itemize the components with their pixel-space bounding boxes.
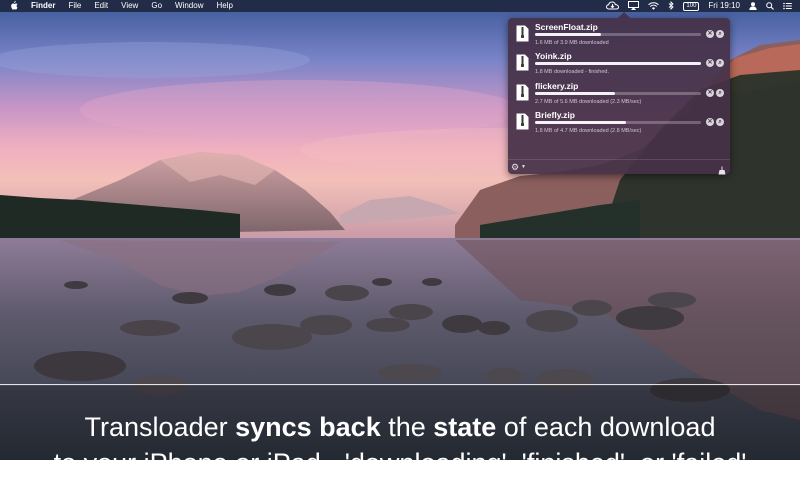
menu-file[interactable]: File — [68, 0, 81, 12]
download-progress-bar — [535, 121, 701, 124]
cancel-download-icon[interactable]: ✕ — [706, 118, 714, 126]
download-filename: flickery.zip — [535, 81, 579, 91]
menu-clock[interactable]: Fri 19:10 — [708, 0, 740, 12]
menu-edit[interactable]: Edit — [94, 0, 108, 12]
zip-file-icon — [516, 84, 529, 101]
gear-icon[interactable]: ⚙ — [511, 162, 519, 173]
download-status: 1.6 MB of 3.9 MB downloaded — [535, 40, 609, 46]
download-status: 1.8 MB downloaded - finished. — [535, 69, 609, 75]
user-icon[interactable] — [749, 0, 757, 12]
transloader-cloud-icon[interactable] — [606, 0, 620, 12]
menu-view[interactable]: View — [121, 0, 138, 12]
download-filename: Briefly.zip — [535, 110, 575, 120]
download-item[interactable]: Yoink.zip 1.8 MB downloaded - finished. … — [508, 49, 730, 77]
download-item[interactable]: ScreenFloat.zip 1.6 MB of 3.9 MB downloa… — [508, 20, 730, 48]
download-progress-bar — [535, 62, 701, 65]
download-status: 2.7 MB of 5.6 MB downloaded (2.3 MB/sec) — [535, 99, 642, 105]
download-status: 1.8 MB of 4.7 MB downloaded (2.8 MB/sec) — [535, 128, 642, 134]
caption-divider — [0, 384, 800, 385]
airplay-icon[interactable] — [628, 0, 640, 12]
menu-app-name[interactable]: Finder — [31, 0, 55, 12]
downloads-popover: ScreenFloat.zip 1.6 MB of 3.9 MB downloa… — [508, 12, 730, 175]
wifi-icon[interactable] — [648, 0, 660, 12]
download-progress-bar — [535, 92, 701, 95]
spotlight-search-icon[interactable] — [766, 0, 774, 12]
menu-help[interactable]: Help — [216, 0, 232, 12]
reveal-in-finder-icon[interactable]: ⌕ — [716, 30, 724, 38]
popover-footer: ⚙ ▼ — [508, 159, 730, 175]
download-item[interactable]: flickery.zip 2.7 MB of 5.6 MB downloaded… — [508, 79, 730, 107]
apple-menu-icon[interactable] — [10, 0, 18, 12]
zip-file-icon — [516, 113, 529, 130]
download-filename: Yoink.zip — [535, 51, 572, 61]
zip-file-icon — [516, 54, 529, 71]
battery-icon[interactable]: 100 — [683, 1, 700, 11]
bluetooth-icon[interactable] — [668, 0, 675, 12]
menu-go[interactable]: Go — [151, 0, 162, 12]
cancel-download-icon[interactable]: ✕ — [706, 89, 714, 97]
reveal-in-finder-icon[interactable]: ⌕ — [716, 118, 724, 126]
menu-bar: Finder File Edit View Go Window Help 100… — [0, 0, 800, 12]
reveal-in-finder-icon[interactable]: ⌕ — [716, 59, 724, 67]
caption-line-2: to your iPhone or iPad - 'downloading', … — [53, 448, 747, 478]
clear-downloads-icon[interactable] — [718, 162, 726, 180]
zip-file-icon — [516, 25, 529, 42]
remove-download-icon[interactable]: ✕ — [706, 59, 714, 67]
cancel-download-icon[interactable]: ✕ — [706, 30, 714, 38]
caption-line-1: Transloader syncs back the state of each… — [84, 412, 716, 442]
notification-center-icon[interactable] — [783, 0, 792, 12]
chevron-down-icon[interactable]: ▼ — [521, 164, 526, 170]
download-item[interactable]: Briefly.zip 1.8 MB of 4.7 MB downloaded … — [508, 108, 730, 136]
menu-window[interactable]: Window — [175, 0, 203, 12]
download-filename: ScreenFloat.zip — [535, 22, 598, 32]
download-progress-bar — [535, 33, 701, 36]
reveal-in-finder-icon[interactable]: ⌕ — [716, 89, 724, 97]
